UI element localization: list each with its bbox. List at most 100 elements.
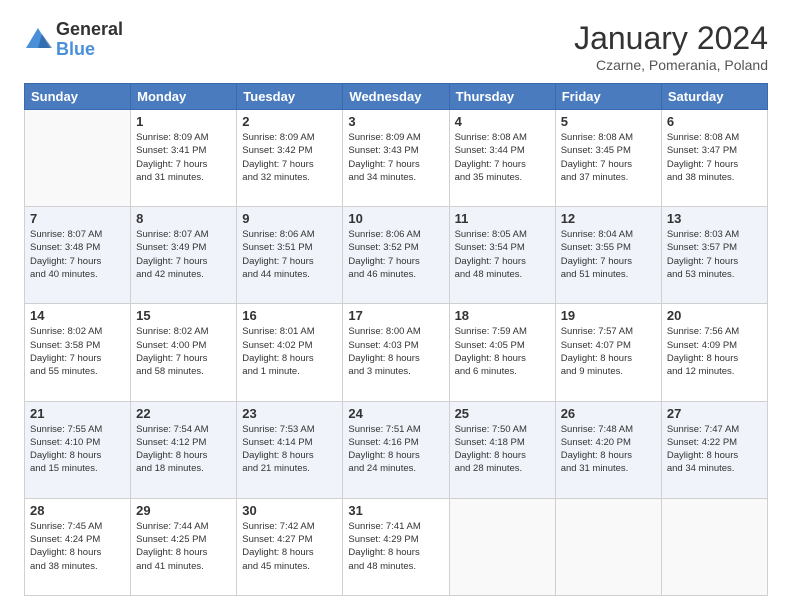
day-info: Sunrise: 7:54 AMSunset: 4:12 PMDaylight:… [136,423,231,476]
day-number: 15 [136,308,231,323]
calendar-cell: 8Sunrise: 8:07 AMSunset: 3:49 PMDaylight… [131,207,237,304]
day-info: Sunrise: 8:08 AMSunset: 3:44 PMDaylight:… [455,131,550,184]
calendar-cell: 28Sunrise: 7:45 AMSunset: 4:24 PMDayligh… [25,498,131,595]
calendar-cell: 26Sunrise: 7:48 AMSunset: 4:20 PMDayligh… [555,401,661,498]
calendar-cell: 15 Sunrise: 8:02 AMSunset: 4:00 PMDayligh… [131,304,237,401]
day-number: 13 [667,211,762,226]
calendar-cell: 5 Sunrise: 8:08 AMSunset: 3:45 PMDaylight… [555,110,661,207]
day-number: 25 [455,406,550,421]
day-number: 1 [136,114,231,129]
day-number: 31 [348,503,443,518]
day-info: Sunrise: 7:45 AMSunset: 4:24 PMDaylight:… [30,520,125,573]
day-info: Sunrise: 8:06 AMSunset: 3:51 PMDaylight:… [242,228,337,281]
calendar-cell: 1 Sunrise: 8:09 AMSunset: 3:41 PMDaylight… [131,110,237,207]
day-info: Sunrise: 7:41 AMSunset: 4:29 PMDaylight:… [348,520,443,573]
day-info: Sunrise: 8:09 AMSunset: 3:43 PMDaylight:… [348,131,443,184]
logo-text: General Blue [56,20,123,60]
weekday-header-friday: Friday [555,84,661,110]
day-info: Sunrise: 8:02 AMSunset: 3:58 PMDaylight:… [30,325,125,378]
day-number: 20 [667,308,762,323]
logo: General Blue [24,20,123,60]
day-info: Sunrise: 8:07 AMSunset: 3:48 PMDaylight:… [30,228,125,281]
calendar-cell [661,498,767,595]
day-info: Sunrise: 7:50 AMSunset: 4:18 PMDaylight:… [455,423,550,476]
calendar-cell: 9Sunrise: 8:06 AMSunset: 3:51 PMDaylight… [237,207,343,304]
day-info: Sunrise: 8:09 AMSunset: 3:41 PMDaylight:… [136,131,231,184]
day-info: Sunrise: 7:53 AMSunset: 4:14 PMDaylight:… [242,423,337,476]
calendar-cell: 3 Sunrise: 8:09 AMSunset: 3:43 PMDaylight… [343,110,449,207]
day-info: Sunrise: 8:01 AMSunset: 4:02 PMDaylight:… [242,325,337,378]
calendar-week-row: 7 Sunrise: 8:07 AMSunset: 3:48 PMDaylight… [25,207,768,304]
day-info: Sunrise: 7:57 AMSunset: 4:07 PMDaylight:… [561,325,656,378]
day-info: Sunrise: 7:42 AMSunset: 4:27 PMDaylight:… [242,520,337,573]
calendar-cell: 16 Sunrise: 8:01 AMSunset: 4:02 PMDayligh… [237,304,343,401]
logo-icon [24,26,52,54]
day-number: 10 [348,211,443,226]
weekday-header-saturday: Saturday [661,84,767,110]
weekday-header-monday: Monday [131,84,237,110]
weekday-header-row: SundayMondayTuesdayWednesdayThursdayFrid… [25,84,768,110]
calendar-cell [555,498,661,595]
day-number: 7 [30,211,125,226]
day-info: Sunrise: 7:59 AMSunset: 4:05 PMDaylight:… [455,325,550,378]
day-number: 2 [242,114,337,129]
day-info: Sunrise: 7:48 AMSunset: 4:20 PMDaylight:… [561,423,656,476]
calendar-cell: 31 Sunrise: 7:41 AMSunset: 4:29 PMDayligh… [343,498,449,595]
day-info: Sunrise: 7:47 AMSunset: 4:22 PMDaylight:… [667,423,762,476]
day-number: 14 [30,308,125,323]
day-info: Sunrise: 8:06 AMSunset: 3:52 PMDaylight:… [348,228,443,281]
weekday-header-sunday: Sunday [25,84,131,110]
calendar-cell: 12 Sunrise: 8:04 AMSunset: 3:55 PMDayligh… [555,207,661,304]
calendar-cell: 2 Sunrise: 8:09 AMSunset: 3:42 PMDaylight… [237,110,343,207]
calendar-week-row: 28Sunrise: 7:45 AMSunset: 4:24 PMDayligh… [25,498,768,595]
subtitle: Czarne, Pomerania, Poland [574,57,768,73]
calendar-week-row: 21Sunrise: 7:55 AMSunset: 4:10 PMDayligh… [25,401,768,498]
calendar-cell [449,498,555,595]
calendar-cell: 18 Sunrise: 7:59 AMSunset: 4:05 PMDayligh… [449,304,555,401]
day-number: 16 [242,308,337,323]
day-info: Sunrise: 8:08 AMSunset: 3:45 PMDaylight:… [561,131,656,184]
day-info: Sunrise: 8:05 AMSunset: 3:54 PMDaylight:… [455,228,550,281]
calendar-cell [25,110,131,207]
day-number: 17 [348,308,443,323]
day-info: Sunrise: 8:08 AMSunset: 3:47 PMDaylight:… [667,131,762,184]
day-number: 3 [348,114,443,129]
page: General Blue January 2024 Czarne, Pomera… [0,0,792,612]
calendar-cell: 25 Sunrise: 7:50 AMSunset: 4:18 PMDayligh… [449,401,555,498]
calendar-cell: 14 Sunrise: 8:02 AMSunset: 3:58 PMDayligh… [25,304,131,401]
day-info: Sunrise: 8:02 AMSunset: 4:00 PMDaylight:… [136,325,231,378]
day-info: Sunrise: 8:00 AMSunset: 4:03 PMDaylight:… [348,325,443,378]
day-info: Sunrise: 7:44 AMSunset: 4:25 PMDaylight:… [136,520,231,573]
day-number: 8 [136,211,231,226]
day-info: Sunrise: 7:51 AMSunset: 4:16 PMDaylight:… [348,423,443,476]
day-number: 27 [667,406,762,421]
calendar-cell: 10 Sunrise: 8:06 AMSunset: 3:52 PMDayligh… [343,207,449,304]
day-number: 11 [455,211,550,226]
calendar-cell: 7 Sunrise: 8:07 AMSunset: 3:48 PMDaylight… [25,207,131,304]
calendar-cell: 6 Sunrise: 8:08 AMSunset: 3:47 PMDaylight… [661,110,767,207]
day-info: Sunrise: 7:55 AMSunset: 4:10 PMDaylight:… [30,423,125,476]
logo-general: General [56,20,123,40]
month-title: January 2024 [574,20,768,57]
calendar-cell: 17 Sunrise: 8:00 AMSunset: 4:03 PMDayligh… [343,304,449,401]
calendar-cell: 11 Sunrise: 8:05 AMSunset: 3:54 PMDayligh… [449,207,555,304]
title-block: January 2024 Czarne, Pomerania, Poland [574,20,768,73]
day-number: 5 [561,114,656,129]
weekday-header-thursday: Thursday [449,84,555,110]
day-number: 18 [455,308,550,323]
calendar-cell: 30Sunrise: 7:42 AMSunset: 4:27 PMDayligh… [237,498,343,595]
day-number: 12 [561,211,656,226]
day-number: 6 [667,114,762,129]
day-info: Sunrise: 8:04 AMSunset: 3:55 PMDaylight:… [561,228,656,281]
calendar-cell: 13Sunrise: 8:03 AMSunset: 3:57 PMDayligh… [661,207,767,304]
day-number: 19 [561,308,656,323]
calendar-cell: 19 Sunrise: 7:57 AMSunset: 4:07 PMDayligh… [555,304,661,401]
day-number: 4 [455,114,550,129]
calendar-week-row: 1 Sunrise: 8:09 AMSunset: 3:41 PMDaylight… [25,110,768,207]
day-info: Sunrise: 8:09 AMSunset: 3:42 PMDaylight:… [242,131,337,184]
calendar-cell: 23Sunrise: 7:53 AMSunset: 4:14 PMDayligh… [237,401,343,498]
calendar-cell: 24 Sunrise: 7:51 AMSunset: 4:16 PMDayligh… [343,401,449,498]
day-number: 29 [136,503,231,518]
calendar-cell: 20Sunrise: 7:56 AMSunset: 4:09 PMDayligh… [661,304,767,401]
day-number: 24 [348,406,443,421]
